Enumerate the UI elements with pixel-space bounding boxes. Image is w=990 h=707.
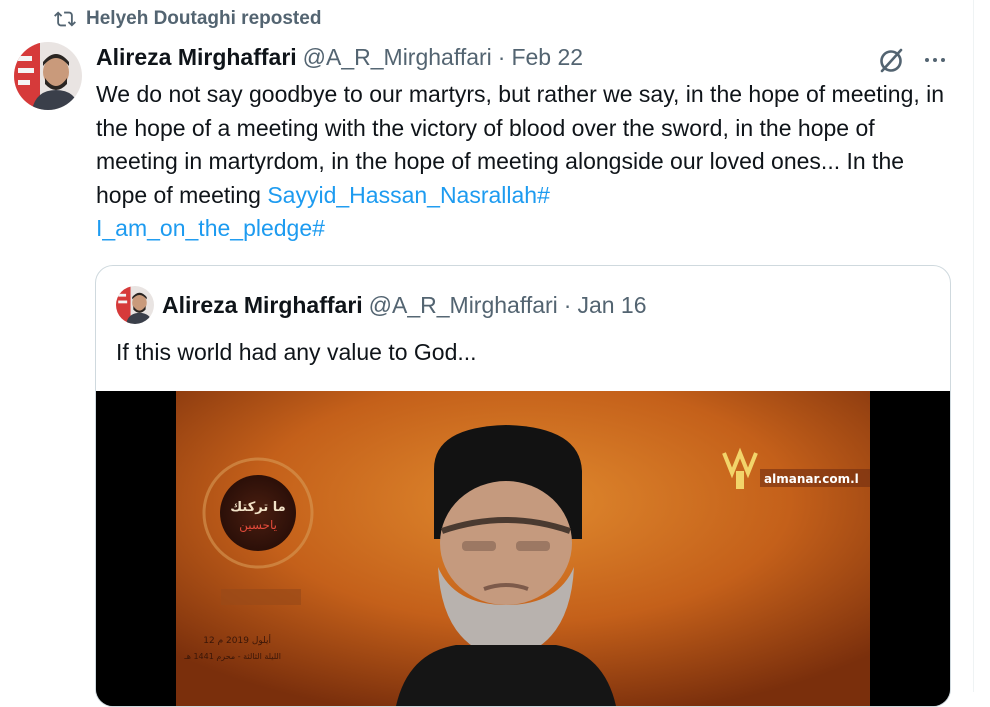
quote-separator: · bbox=[563, 292, 572, 318]
video-frame: ما تركتك ياحسين 12 أيلول 2019 م الليلة ا… bbox=[96, 391, 950, 706]
more-icon[interactable] bbox=[918, 46, 952, 74]
quote-author-avatar[interactable] bbox=[116, 286, 154, 324]
author-avatar[interactable] bbox=[14, 42, 82, 110]
author-handle[interactable]: @A_R_Mirghaffari bbox=[303, 44, 492, 71]
video-watermark: almanar.com.l bbox=[764, 472, 859, 486]
emblem-text-2: ياحسين bbox=[239, 518, 277, 533]
hashtag-link-2[interactable]: I_am_on_the_pledge# bbox=[96, 215, 325, 241]
video-date-line: 12 أيلول 2019 م bbox=[203, 634, 271, 646]
quote-header: Alireza Mirghaffari @A_R_Mirghaffari · J… bbox=[162, 292, 647, 319]
quote-date[interactable]: Jan 16 bbox=[577, 292, 646, 319]
quoted-tweet-card[interactable]: Alireza Mirghaffari @A_R_Mirghaffari · J… bbox=[95, 265, 951, 707]
tweet-header: Alireza Mirghaffari @A_R_Mirghaffari · F… bbox=[96, 44, 583, 71]
header-separator: · bbox=[497, 44, 506, 70]
video-player[interactable]: ما تركتك ياحسين 12 أيلول 2019 م الليلة ا… bbox=[96, 391, 950, 706]
hashtag-link-1[interactable]: Sayyid_Hassan_Nasrallah# bbox=[267, 182, 550, 208]
video-date-line-2: الليلة الثالثة - محرم 1441 هـ bbox=[183, 652, 281, 661]
repost-icon bbox=[54, 11, 76, 27]
quote-text: If this world had any value to God... bbox=[116, 339, 477, 365]
emblem-text-1: ما تركتك bbox=[230, 500, 285, 515]
tweet-text: We do not say goodbye to our martyrs, bu… bbox=[96, 78, 946, 246]
repost-text: Helyeh Doutaghi reposted bbox=[86, 8, 322, 29]
tweet-date[interactable]: Feb 22 bbox=[511, 44, 583, 71]
quote-author-handle[interactable]: @A_R_Mirghaffari bbox=[369, 292, 558, 319]
repost-indicator[interactable]: Helyeh Doutaghi reposted bbox=[54, 8, 321, 30]
grok-icon[interactable] bbox=[876, 46, 906, 76]
quote-author-name[interactable]: Alireza Mirghaffari bbox=[162, 292, 363, 319]
author-name[interactable]: Alireza Mirghaffari bbox=[96, 44, 297, 71]
column-border bbox=[973, 0, 974, 692]
